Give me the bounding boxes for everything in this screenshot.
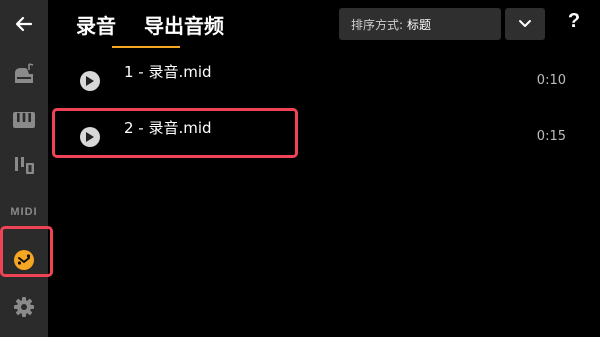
- list-item[interactable]: 1 - 录音.mid 0:10: [48, 56, 600, 112]
- help-button[interactable]: ?: [562, 10, 586, 38]
- sort-label: 排序方式:: [351, 17, 404, 32]
- settings-gear-icon: [14, 297, 34, 317]
- mixer-icon: [15, 157, 34, 174]
- sidebar-item-settings[interactable]: [0, 285, 48, 329]
- tab-export-audio[interactable]: 导出音频: [144, 10, 224, 39]
- sort-value: 标题: [407, 17, 432, 32]
- sidebar-item-keyboard[interactable]: [0, 98, 48, 142]
- midi-icon: MIDI: [10, 206, 38, 218]
- sort-selector[interactable]: 排序方式: 标题: [339, 8, 501, 40]
- play-button[interactable]: [80, 71, 100, 91]
- back-button[interactable]: [0, 2, 48, 46]
- recordings-nav-highlight: [0, 226, 53, 277]
- sidebar-item-mixer[interactable]: [0, 144, 48, 188]
- sidebar: MIDI: [0, 0, 48, 337]
- sidebar-item-piano[interactable]: [0, 52, 48, 96]
- grand-piano-icon: [15, 63, 34, 83]
- sort-dropdown-button[interactable]: [505, 8, 545, 40]
- active-tab-indicator: [112, 46, 180, 48]
- tab-recordings[interactable]: 录音: [76, 10, 116, 39]
- play-icon: [86, 76, 94, 86]
- recording-duration: 0:15: [536, 129, 566, 144]
- recording-duration: 0:10: [536, 73, 566, 88]
- chevron-down-icon: [519, 20, 531, 27]
- recording-row-highlight: [52, 108, 298, 158]
- piano-keys-icon: [13, 112, 35, 128]
- recording-title: 1 - 录音.mid: [124, 63, 212, 81]
- back-arrow-icon: [15, 16, 33, 32]
